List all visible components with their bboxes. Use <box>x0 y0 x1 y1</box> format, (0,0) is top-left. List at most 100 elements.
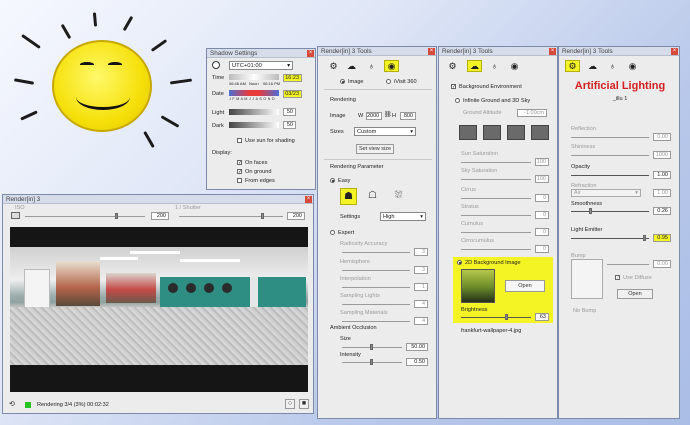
brightness-slider[interactable] <box>461 317 531 318</box>
timezone-select[interactable]: UTC+01:00 ▾ <box>229 61 293 70</box>
hemisphere-slider[interactable] <box>342 270 410 271</box>
light-emitter-slider-thumb[interactable] <box>643 235 646 241</box>
iso-slider[interactable] <box>25 216 145 217</box>
opacity-slider[interactable] <box>571 175 649 176</box>
brightness-slider-thumb[interactable] <box>505 314 508 320</box>
sky-preset-4[interactable] <box>531 125 549 140</box>
sampling-lights-value[interactable]: 4 <box>414 300 428 308</box>
ivisit-radio[interactable] <box>386 79 391 84</box>
sky-saturation-value[interactable]: 100 <box>535 175 549 183</box>
tab-light[interactable]: ♁ <box>487 60 502 72</box>
close-icon[interactable]: × <box>428 48 435 55</box>
reflection-value[interactable]: 0.00 <box>653 133 671 141</box>
bump-slider[interactable] <box>607 264 649 265</box>
ao-intensity-value[interactable]: 0.50 <box>406 358 428 366</box>
sun-saturation-value[interactable]: 100 <box>535 158 549 166</box>
ao-intensity-slider-thumb[interactable] <box>370 359 373 365</box>
reflection-slider[interactable] <box>571 137 649 138</box>
shininess-slider[interactable] <box>571 155 649 156</box>
stop-button[interactable]: ■ <box>299 399 309 409</box>
date-value[interactable]: 03/23 <box>283 90 302 98</box>
height-input[interactable]: 800 <box>400 112 416 120</box>
tab-light[interactable]: ♁ <box>364 60 379 72</box>
tab-camera[interactable]: ◉ <box>384 60 399 72</box>
time-value[interactable]: 16:23 <box>283 74 302 82</box>
cumulus-value[interactable]: 0 <box>535 228 549 236</box>
tab-environment[interactable]: ☁ <box>585 60 600 72</box>
opacity-value[interactable]: 1.00 <box>653 171 671 179</box>
sky-preset-3[interactable] <box>507 125 525 140</box>
date-slider[interactable] <box>229 90 279 96</box>
interpolation-slider[interactable] <box>342 287 410 288</box>
quality-high-icon[interactable]: ⛆ <box>390 188 407 205</box>
iso-value[interactable]: 200 <box>151 212 169 220</box>
radiosity-slider[interactable] <box>342 252 410 253</box>
bg-env-checkbox[interactable]: ✓ <box>451 84 456 90</box>
cumulus-slider[interactable] <box>461 232 531 233</box>
tab-render[interactable]: ⚙ <box>445 60 460 72</box>
ao-size-value[interactable]: 50.00 <box>406 343 428 351</box>
sky-preset-2[interactable] <box>483 125 501 140</box>
close-icon[interactable]: × <box>307 50 314 57</box>
cirrus-slider[interactable] <box>461 198 531 199</box>
set-view-size-button[interactable]: Set view size <box>356 144 394 154</box>
easy-radio[interactable] <box>330 178 335 183</box>
light-emitter-value[interactable]: 0.95 <box>653 234 671 242</box>
interpolation-value[interactable]: 1 <box>414 283 428 291</box>
dark-value[interactable]: 50 <box>283 121 296 129</box>
tab-render[interactable]: ⚙ <box>326 60 341 72</box>
link-icon[interactable]: ⛓ <box>384 111 392 118</box>
cirrocumulus-value[interactable]: 0 <box>535 245 549 253</box>
radiosity-value[interactable]: 3 <box>414 248 428 256</box>
light-emitter-slider[interactable] <box>571 238 649 239</box>
shutter-value[interactable]: 200 <box>287 212 305 220</box>
cirrus-value[interactable]: 0 <box>535 194 549 202</box>
refraction-select[interactable]: Air ▾ <box>571 189 641 197</box>
light-value[interactable]: 50 <box>283 108 296 116</box>
dark-slider[interactable] <box>229 122 279 128</box>
light-slider[interactable] <box>229 109 279 115</box>
smoothness-slider[interactable] <box>571 211 649 212</box>
ao-size-slider-thumb[interactable] <box>370 344 373 350</box>
from-edges-checkbox[interactable] <box>237 178 242 183</box>
tab-render[interactable]: ⚙ <box>565 60 580 72</box>
pause-button[interactable]: ○ <box>285 399 295 409</box>
sky-preset-1[interactable] <box>459 125 477 140</box>
tab-camera[interactable]: ◉ <box>625 60 640 72</box>
open-bg-image-button[interactable]: Open <box>505 280 545 292</box>
back-icon[interactable]: ⟲ <box>9 400 19 410</box>
sky-saturation-slider[interactable] <box>461 179 531 180</box>
cirrocumulus-slider[interactable] <box>461 249 531 250</box>
quality-low-icon[interactable]: ☗ <box>340 188 357 205</box>
ground-altitude-value[interactable]: -1.00cm <box>517 109 547 117</box>
use-sun-checkbox[interactable] <box>237 138 242 143</box>
sun-saturation-slider[interactable] <box>461 162 531 163</box>
shutter-slider-thumb[interactable] <box>261 213 264 219</box>
tab-light[interactable]: ♁ <box>605 60 620 72</box>
open-bump-button[interactable]: Open <box>617 289 653 299</box>
sampling-materials-slider[interactable] <box>342 321 410 322</box>
sampling-lights-slider[interactable] <box>342 304 410 305</box>
bg-image-thumbnail[interactable] <box>461 269 495 303</box>
sizes-select[interactable]: Custom ▾ <box>354 127 416 136</box>
width-input[interactable]: 2000 <box>366 112 382 120</box>
shininess-value[interactable]: 1000 <box>653 151 671 159</box>
settings-select[interactable]: High ▾ <box>380 212 426 221</box>
infinite-ground-radio[interactable] <box>455 98 460 103</box>
on-faces-checkbox[interactable]: ✓ <box>237 160 242 166</box>
image-radio[interactable] <box>340 79 345 84</box>
tab-environment[interactable]: ☁ <box>467 60 482 72</box>
bg-image-radio[interactable] <box>457 260 462 265</box>
quality-mid-icon[interactable]: ☖ <box>364 188 381 205</box>
bump-value[interactable]: 0.00 <box>653 260 671 268</box>
shutter-slider[interactable] <box>179 216 283 217</box>
iso-slider-thumb[interactable] <box>115 213 118 219</box>
sampling-materials-value[interactable]: 4 <box>414 317 428 325</box>
close-icon[interactable]: × <box>671 48 678 55</box>
smoothness-value[interactable]: 0.26 <box>653 207 671 215</box>
tab-environment[interactable]: ☁ <box>344 60 359 72</box>
bump-map-thumbnail[interactable] <box>571 259 603 299</box>
camera-icon[interactable] <box>11 212 20 219</box>
time-slider[interactable] <box>229 74 279 80</box>
hemisphere-value[interactable]: 3 <box>414 266 428 274</box>
